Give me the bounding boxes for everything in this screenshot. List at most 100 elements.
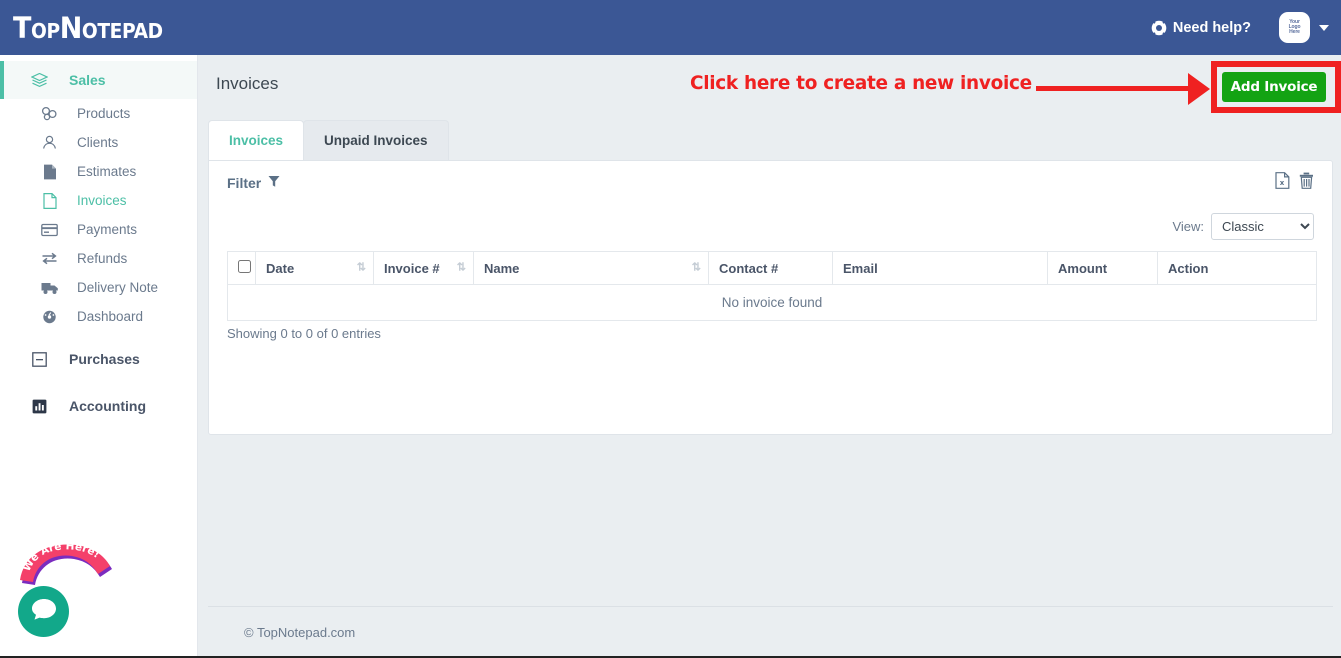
truck-icon <box>40 281 59 295</box>
sidebar-item-delivery-note-label: Delivery Note <box>77 280 159 295</box>
column-header-contact-number: Contact # <box>708 251 833 285</box>
view-select[interactable]: Classic <box>1211 213 1314 240</box>
sidebar-group-accounting-label: Accounting <box>69 398 146 414</box>
sort-icon-name: ⇅ <box>691 261 701 274</box>
funnel-icon <box>268 175 280 191</box>
sidebar-item-delivery-note[interactable]: Delivery Note <box>0 273 197 302</box>
filter-button[interactable]: Filter <box>227 175 280 191</box>
svg-text:x: x <box>1280 179 1285 187</box>
sidebar-item-products-label: Products <box>77 106 131 121</box>
invoices-table: Date ⇅ Invoice # ⇅ Name ⇅ Contact # Emai… <box>227 251 1317 321</box>
column-header-name[interactable]: Name ⇅ <box>473 251 709 285</box>
excel-export-icon[interactable]: x <box>1275 172 1290 194</box>
caret-down-icon[interactable] <box>1319 24 1329 31</box>
tab-invoices[interactable]: Invoices <box>208 120 305 160</box>
sidebar-item-payments[interactable]: Payments <box>0 215 197 244</box>
brand-logo[interactable]: TopNotepad <box>0 0 174 55</box>
user-icon <box>40 135 59 150</box>
document-icon <box>40 164 59 180</box>
chat-button[interactable] <box>18 586 69 637</box>
minus-square-icon <box>30 351 49 367</box>
need-help-button[interactable]: Need help? <box>1151 20 1251 36</box>
add-invoice-button[interactable]: Add Invoice <box>1222 72 1326 102</box>
panel-tool-icons: x <box>1275 172 1314 194</box>
table-body: No invoice found <box>227 284 1317 321</box>
sidebar-item-refunds[interactable]: Refunds <box>0 244 197 273</box>
credit-card-icon <box>40 223 59 237</box>
main-content: Invoices Click here to create a new invo… <box>198 55 1341 658</box>
panel-toolbar: Filter x View: Classic <box>209 161 1332 240</box>
sidebar-group-purchases[interactable]: Purchases <box>0 340 197 378</box>
table-head: Date ⇅ Invoice # ⇅ Name ⇅ Contact # Emai… <box>227 251 1317 285</box>
annotation-arrow-line <box>1036 86 1204 91</box>
column-header-invoice-number[interactable]: Invoice # ⇅ <box>373 251 474 285</box>
column-header-date[interactable]: Date ⇅ <box>255 251 374 285</box>
page-title: Invoices <box>216 74 279 93</box>
sidebar-group-accounting[interactable]: Accounting <box>0 387 197 425</box>
column-label-invoice-number: Invoice # <box>384 260 440 276</box>
footer: © TopNotepad.com <box>208 606 1333 658</box>
sidebar-item-dashboard-label: Dashboard <box>77 309 144 324</box>
application-window: TopNotepad Need help? Your Logo Here Sal… <box>0 0 1341 658</box>
tab-bar: Invoices Unpaid Invoices <box>208 120 449 160</box>
entries-info: Showing 0 to 0 of 0 entries <box>227 326 381 341</box>
sidebar-group-purchases-label: Purchases <box>69 351 140 367</box>
products-icon <box>40 106 59 121</box>
table-empty-row: No invoice found <box>227 284 1317 321</box>
layers-icon <box>30 72 49 88</box>
sidebar-item-estimates[interactable]: Estimates <box>0 157 197 186</box>
avatar: Your Logo Here <box>1279 12 1310 43</box>
speedometer-icon <box>40 309 59 324</box>
annotation-text: Click here to create a new invoice <box>690 72 1032 94</box>
table-header-row: Date ⇅ Invoice # ⇅ Name ⇅ Contact # Emai… <box>227 251 1317 285</box>
footer-copyright: © TopNotepad.com <box>244 625 356 640</box>
sidebar-group-sales-label: Sales <box>69 72 106 88</box>
sidebar-item-dashboard[interactable]: Dashboard <box>0 302 197 331</box>
header-right-controls: Need help? Your Logo Here <box>1151 0 1341 55</box>
sidebar-group-sales[interactable]: Sales <box>0 61 197 99</box>
column-header-action: Action <box>1157 251 1317 285</box>
sidebar-item-payments-label: Payments <box>77 222 138 237</box>
column-label-contact-number: Contact # <box>719 260 779 276</box>
column-label-date: Date <box>266 260 295 276</box>
sidebar-item-clients-label: Clients <box>77 135 119 150</box>
chart-bar-icon <box>30 399 49 414</box>
chat-bubble-icon <box>31 597 57 626</box>
column-header-email: Email <box>832 251 1048 285</box>
sidebar-item-invoices[interactable]: Invoices <box>0 186 197 215</box>
filter-label: Filter <box>227 175 262 191</box>
column-header-amount: Amount <box>1047 251 1158 285</box>
invoices-table-container: Date ⇅ Invoice # ⇅ Name ⇅ Contact # Emai… <box>227 251 1317 321</box>
sort-icon-date: ⇅ <box>356 261 366 274</box>
top-header-bar: TopNotepad Need help? Your Logo Here <box>0 0 1341 55</box>
sort-icon-invoice-number: ⇅ <box>456 261 466 274</box>
view-label: View: <box>1172 219 1204 234</box>
sidebar: Sales Products Clients Estimates Invoice… <box>0 55 198 658</box>
tab-unpaid-invoices[interactable]: Unpaid Invoices <box>303 120 449 160</box>
invoices-panel: Filter x View: Classic Date ⇅ Invoice # … <box>208 160 1333 435</box>
need-help-label: Need help? <box>1172 19 1251 36</box>
sidebar-item-refunds-label: Refunds <box>77 251 128 266</box>
life-ring-icon <box>1151 19 1167 36</box>
sidebar-item-invoices-label: Invoices <box>77 193 127 208</box>
view-selector-row: View: Classic <box>1172 213 1314 240</box>
column-label-action: Action <box>1168 260 1209 276</box>
avatar-line-3: Here <box>1289 29 1300 36</box>
user-menu[interactable]: Your Logo Here <box>1279 12 1329 43</box>
page-header: Invoices Click here to create a new invo… <box>198 55 1341 113</box>
brand-logo-text: TopNotepad <box>13 10 163 45</box>
invoice-document-icon <box>40 192 59 209</box>
column-label-amount: Amount <box>1058 260 1108 276</box>
trash-icon[interactable] <box>1299 172 1314 194</box>
column-label-email: Email <box>843 260 878 276</box>
column-label-name: Name <box>484 260 520 276</box>
select-all-header <box>227 251 256 285</box>
exchange-arrows-icon <box>40 252 59 265</box>
annotation-arrow-head <box>1188 73 1210 105</box>
sidebar-item-clients[interactable]: Clients <box>0 128 197 157</box>
empty-message: No invoice found <box>227 284 1317 321</box>
sidebar-item-products[interactable]: Products <box>0 99 197 128</box>
select-all-checkbox[interactable] <box>238 260 251 273</box>
